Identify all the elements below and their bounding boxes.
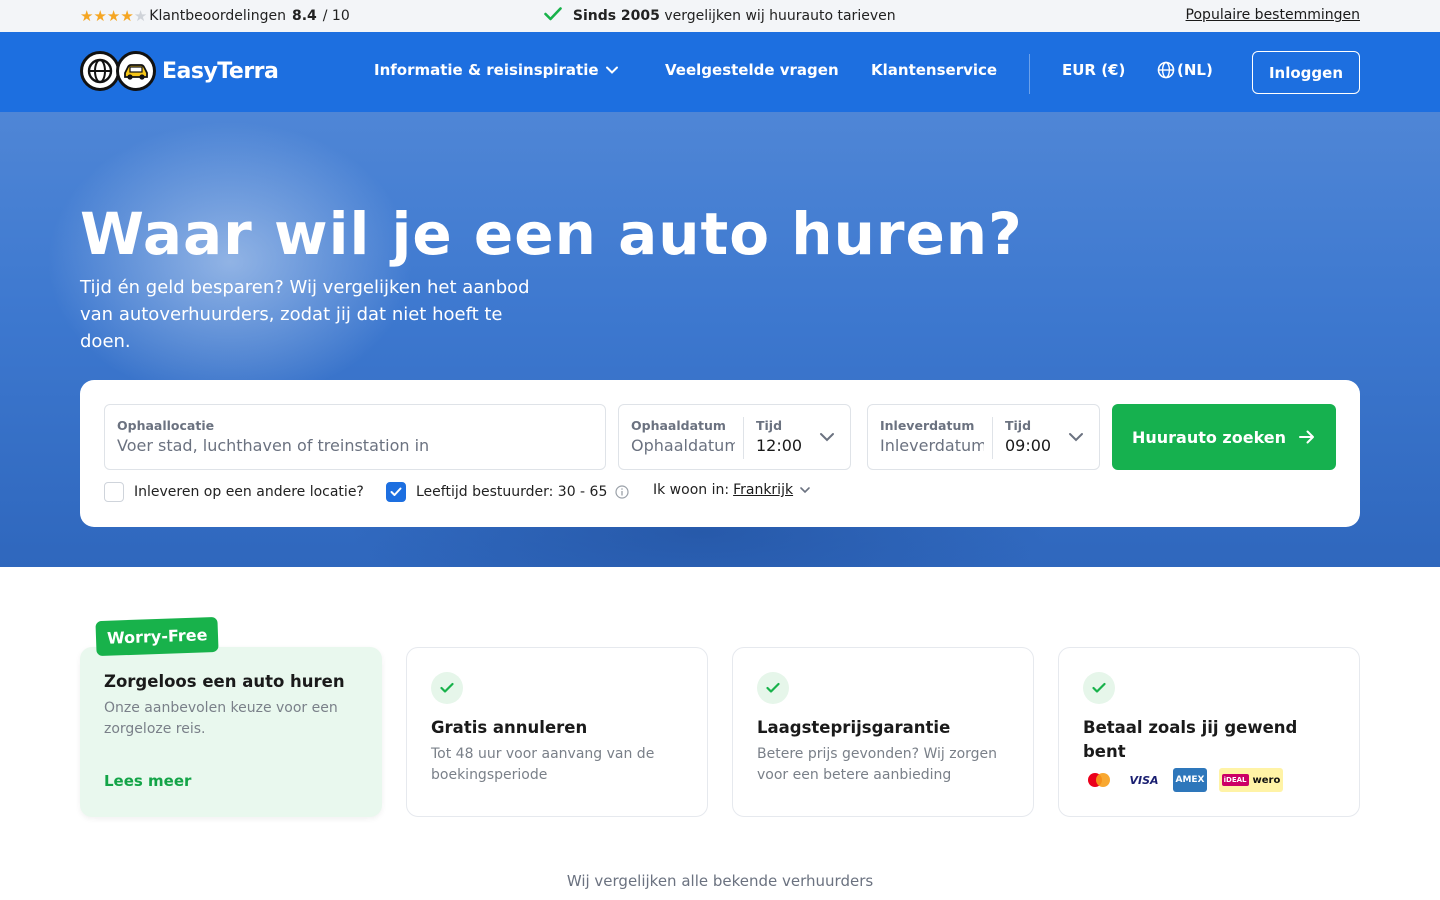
language-selector[interactable]: (NL) — [1157, 61, 1213, 79]
residence-label: Ik woon in: — [653, 482, 730, 498]
check-icon — [390, 487, 402, 496]
worry-free-badge: Worry-Free — [95, 616, 219, 657]
arrow-right-icon — [1299, 430, 1315, 444]
brand-logo[interactable]: EasyTerra — [80, 51, 279, 91]
return-date-input[interactable]: Inleverdatum — [880, 436, 984, 455]
read-more-link[interactable]: Lees meer — [104, 772, 191, 790]
payment-methods-title: Betaal zoals jij gewend bent — [1083, 718, 1298, 761]
compare-providers-text: Wij vergelijken alle bekende verhuurders — [566, 872, 874, 890]
hero-subtitle: Tijd én geld besparen? Wij vergelijken h… — [80, 277, 530, 352]
worry-free-text: Onze aanbevolen keuze voor een zorgeloze… — [104, 700, 338, 737]
pickup-time-label: Tijd — [756, 418, 783, 433]
nav-customer-service[interactable]: Klantenservice — [871, 61, 997, 79]
mastercard-icon — [1083, 768, 1115, 792]
return-time-select[interactable]: 09:00 — [1005, 436, 1051, 455]
pickup-date-time-field: Ophaaldatum Ophaaldatum Tijd 12:00 — [618, 404, 851, 470]
search-form: Ophaallocatie Voer stad, luchthaven of t… — [80, 380, 1360, 527]
since-bold: Sinds 2005 — [572, 8, 660, 24]
free-cancellation-title: Gratis annuleren — [431, 718, 588, 737]
nav-info-label: Informatie & reisinspiratie — [374, 61, 599, 79]
payment-logos: VISA AMEX iDEAL wero — [1083, 768, 1283, 792]
ideal-label: iDEAL — [1221, 774, 1249, 786]
residence-value[interactable]: Frankrijk — [733, 482, 793, 498]
pickup-date-label: Ophaaldatum — [631, 418, 726, 433]
nav-faq[interactable]: Veelgestelde vragen — [665, 61, 839, 79]
check-icon — [431, 672, 463, 704]
search-button-label: Huurauto zoeken — [1131, 427, 1287, 447]
search-car-button[interactable]: Huurauto zoeken — [1112, 404, 1336, 470]
currency-selector[interactable]: EUR (€) — [1062, 61, 1125, 79]
chevron-down-icon[interactable] — [819, 429, 835, 445]
lowest-price-text: Betere prijs gevonden? Wij zorgen voor e… — [757, 746, 998, 783]
chevron-down-icon — [605, 66, 618, 74]
return-date-label: Inleverdatum — [880, 418, 975, 433]
check-icon — [544, 7, 563, 21]
check-icon — [1083, 672, 1115, 704]
chevron-down-icon — [800, 487, 810, 494]
hero-section: Waar wil je een auto huren? Tijd én geld… — [0, 112, 1440, 567]
return-time-label: Tijd — [1005, 418, 1032, 433]
car-icon — [116, 51, 156, 91]
wero-label: wero — [1252, 774, 1281, 786]
driver-age-option[interactable]: Leeftijd bestuurder: 30 - 65 — [386, 482, 629, 502]
top-info-bar: ★ ★ ★ ★ ★ Klantbeoordelingen 8.4 / 10 Sinds … — [0, 0, 1440, 32]
pickup-time-select[interactable]: 12:00 — [756, 436, 802, 455]
driver-age-checkbox[interactable] — [386, 482, 406, 502]
pickup-location-input[interactable]: Voer stad, luchthaven of treinstation in — [117, 436, 587, 455]
globe-icon — [1157, 61, 1175, 79]
driver-age-label: Leeftijd bestuurder: 30 - 65 — [416, 484, 608, 500]
main-header: EasyTerra Informatie & reisinspiratie Ve… — [0, 32, 1440, 112]
worry-free-card[interactable]: Zorgeloos een auto huren Onze aanbevolen… — [80, 647, 382, 817]
info-icon[interactable] — [615, 485, 629, 499]
popular-destinations-link[interactable]: Populaire bestemmingen — [1186, 7, 1360, 23]
free-cancellation-text: Tot 48 uur voor aanvang van de boekingsp… — [431, 746, 655, 783]
globe-icon — [80, 51, 120, 91]
nav-divider — [1029, 54, 1030, 94]
since-rest: vergelijken wij huurauto tarieven — [664, 8, 896, 24]
pickup-location-field[interactable]: Ophaallocatie Voer stad, luchthaven of t… — [104, 404, 606, 470]
lowest-price-card: Laagsteprijsgarantie Betere prijs gevond… — [732, 647, 1034, 817]
brand-name: EasyTerra — [162, 58, 279, 84]
pickup-date-input[interactable]: Ophaaldatum — [631, 436, 735, 455]
language-label: (NL) — [1177, 61, 1213, 79]
check-icon — [757, 672, 789, 704]
payment-methods-card: Betaal zoals jij gewend bent VISA AMEX i… — [1058, 647, 1360, 817]
visa-icon: VISA — [1129, 773, 1159, 787]
return-date-time-field: Inleverdatum Inleverdatum Tijd 09:00 — [867, 404, 1100, 470]
worry-free-title: Zorgeloos een auto huren — [104, 672, 345, 691]
field-separator — [992, 417, 993, 459]
other-location-checkbox[interactable] — [104, 482, 124, 502]
nav-info-dropdown[interactable]: Informatie & reisinspiratie — [374, 61, 619, 79]
free-cancellation-card: Gratis annuleren Tot 48 uur voor aanvang… — [406, 647, 708, 817]
lowest-price-title: Laagsteprijsgarantie — [757, 718, 951, 737]
other-location-option[interactable]: Inleveren op een andere locatie? — [104, 482, 364, 502]
chevron-down-icon[interactable] — [1068, 429, 1084, 445]
field-separator — [743, 417, 744, 459]
ideal-wero-icon: iDEAL wero — [1219, 768, 1283, 792]
pickup-location-label: Ophaallocatie — [117, 418, 215, 433]
amex-icon: AMEX — [1173, 768, 1207, 792]
hero-title: Waar wil je een auto huren? — [80, 200, 1023, 268]
login-button[interactable]: Inloggen — [1252, 51, 1360, 94]
residence-selector[interactable]: Ik woon in: Frankrijk — [653, 482, 811, 498]
other-location-label: Inleveren op een andere locatie? — [134, 484, 364, 500]
